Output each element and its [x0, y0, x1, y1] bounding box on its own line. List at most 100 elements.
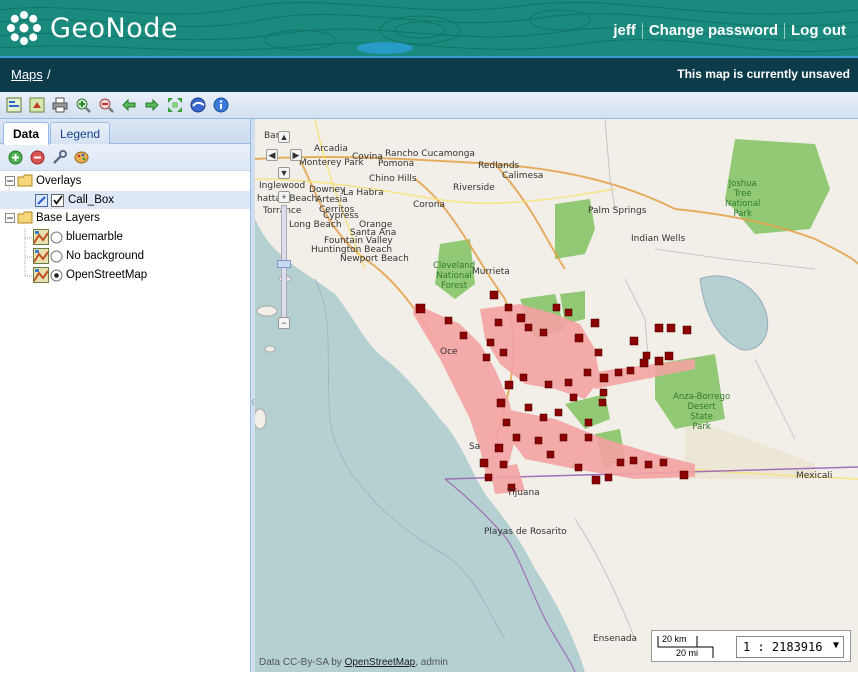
breadcrumb-maps-link[interactable]: Maps — [11, 67, 43, 82]
map-place-label: Ensenada — [593, 634, 638, 644]
pan-left-button[interactable]: ◀ — [266, 149, 278, 161]
map-place-label: Sa — [469, 442, 481, 452]
map-place-label: Newport Beach — [340, 254, 409, 264]
app-name: GeoNode — [50, 12, 179, 44]
info-icon[interactable] — [211, 96, 230, 115]
geonode-logo[interactable]: GeoNode — [6, 10, 178, 46]
map-place-label: La Habra — [343, 188, 384, 198]
layer-tools — [0, 144, 250, 171]
breadcrumb-separator: / — [47, 67, 51, 82]
geonode-flower-icon — [7, 11, 41, 45]
tree-label-openstreetmap: OpenStreetMap — [66, 269, 148, 281]
layer-panel: Data Legend Overlays Call_Box Base Layer… — [0, 119, 251, 672]
tree-layer-no-background[interactable]: No background — [0, 247, 250, 265]
map-place-label: Corona — [413, 200, 446, 210]
tab-legend[interactable]: Legend — [50, 122, 111, 144]
pan-zoom-control: ▲ ◀ ▶ ▼ + − — [263, 127, 302, 337]
collapse-icon[interactable] — [5, 213, 15, 223]
collapse-icon[interactable] — [5, 176, 15, 186]
print-icon[interactable] — [50, 96, 69, 115]
export-map-icon[interactable] — [27, 96, 46, 115]
map-park-label: Cleveland National Forest — [433, 261, 476, 291]
map-place-label: Chino Hills — [369, 174, 417, 184]
forward-icon[interactable] — [142, 96, 161, 115]
raster-layer-icon — [33, 248, 49, 264]
back-icon[interactable] — [119, 96, 138, 115]
map-attribution: Data CC-By-SA by OpenStreetMap, admin — [259, 657, 448, 668]
vector-layer-icon — [35, 193, 48, 207]
tree-folder-base-layers[interactable]: Base Layers — [0, 209, 250, 227]
folder-icon — [17, 174, 33, 187]
tab-data[interactable]: Data — [3, 122, 50, 145]
tree-label-overlays: Overlays — [36, 175, 82, 187]
styles-icon[interactable] — [72, 148, 91, 167]
google-earth-icon[interactable] — [188, 96, 207, 115]
change-password-link[interactable]: Change password — [649, 22, 778, 39]
tree-layer-call-box[interactable]: Call_Box — [0, 191, 250, 209]
add-layer-icon[interactable] — [6, 148, 25, 167]
map-viewport[interactable]: Bank Arcadia Monterey Park Covina Pomona… — [255, 119, 858, 672]
scale-km-label: 20 km — [662, 634, 687, 644]
map-place-label: Arcadia — [314, 144, 348, 154]
zoom-in-button[interactable]: + — [278, 191, 290, 203]
scale-ratio: 1 : 2183916 — [743, 640, 823, 654]
map-save-status: This map is currently unsaved — [677, 67, 850, 81]
scale-panel: 20 km 20 mi 1 : 2183916 ▼ — [651, 630, 851, 662]
user-nav: jeff Change password Log out — [613, 22, 846, 39]
nav-divider — [641, 22, 643, 39]
map-place-label: Murrieta — [472, 267, 510, 277]
scale-select[interactable]: 1 : 2183916 ▼ — [736, 636, 844, 658]
map-place-label: Indian Wells — [631, 234, 686, 244]
map-place-label: Oce — [440, 347, 458, 357]
map-place-label: Riverside — [453, 183, 495, 193]
attribution-prefix: Data CC-By-SA by — [259, 657, 342, 668]
map-place-label: Playas de Rosarito — [484, 527, 567, 537]
tree-folder-overlays[interactable]: Overlays — [0, 172, 250, 190]
user-link[interactable]: jeff — [613, 22, 636, 39]
attribution-suffix: , admin — [415, 657, 448, 668]
breadcrumb-bar: Maps / This map is currently unsaved — [0, 56, 858, 92]
panel-tabs: Data Legend — [0, 119, 250, 145]
chevron-down-icon: ▼ — [832, 640, 839, 651]
layer-properties-icon[interactable] — [50, 148, 69, 167]
base-layer-radio[interactable] — [50, 231, 63, 244]
map-place-label: Pomona — [378, 159, 415, 169]
tree-label-bluemarble: bluemarble — [66, 231, 123, 243]
map-place-label: Tijuana — [507, 488, 540, 498]
map-park-label: Anza-Borrego Desert State Park — [673, 392, 731, 432]
pan-down-button[interactable]: ▼ — [278, 167, 290, 179]
map-place-label: Calimesa — [502, 171, 544, 181]
map-place-label: Mexicali — [796, 471, 833, 481]
tree-label-no-background: No background — [66, 250, 144, 262]
header: GeoNode jeff Change password Log out — [0, 0, 858, 56]
raster-layer-icon — [33, 229, 49, 245]
map-place-label: Palm Springs — [588, 206, 647, 216]
pan-right-button[interactable]: ▶ — [290, 149, 302, 161]
base-layer-radio[interactable] — [50, 250, 63, 263]
remove-layer-icon[interactable] — [28, 148, 47, 167]
zoom-out-icon[interactable] — [96, 96, 115, 115]
tree-layer-openstreetmap[interactable]: OpenStreetMap — [0, 266, 250, 284]
folder-icon — [17, 211, 33, 224]
osm-link[interactable]: OpenStreetMap — [345, 657, 416, 668]
tree-layer-bluemarble[interactable]: bluemarble — [0, 228, 250, 246]
pan-up-button[interactable]: ▲ — [278, 131, 290, 143]
map-toolbar — [0, 92, 858, 119]
map-place-label: Artesia — [316, 195, 348, 205]
scale-mi-label: 20 mi — [676, 648, 699, 658]
nav-divider — [784, 22, 786, 39]
raster-layer-icon — [33, 267, 49, 283]
zoom-slider-handle[interactable] — [277, 260, 291, 268]
tree-label-base-layers: Base Layers — [36, 212, 100, 224]
map-place-label: Redlands — [478, 161, 520, 171]
map-park-label: Joshua Tree National Park — [725, 179, 761, 219]
map-place-label: Rancho Cucamonga — [385, 149, 475, 159]
tree-label-call-box: Call_Box — [68, 194, 115, 206]
zoom-in-icon[interactable] — [73, 96, 92, 115]
base-layer-radio-selected[interactable] — [50, 269, 63, 282]
zoom-out-button[interactable]: − — [278, 317, 290, 329]
layer-visibility-checkbox[interactable] — [51, 193, 64, 207]
logout-link[interactable]: Log out — [791, 22, 846, 39]
zoom-to-extent-icon[interactable] — [165, 96, 184, 115]
map-properties-icon[interactable] — [4, 96, 23, 115]
